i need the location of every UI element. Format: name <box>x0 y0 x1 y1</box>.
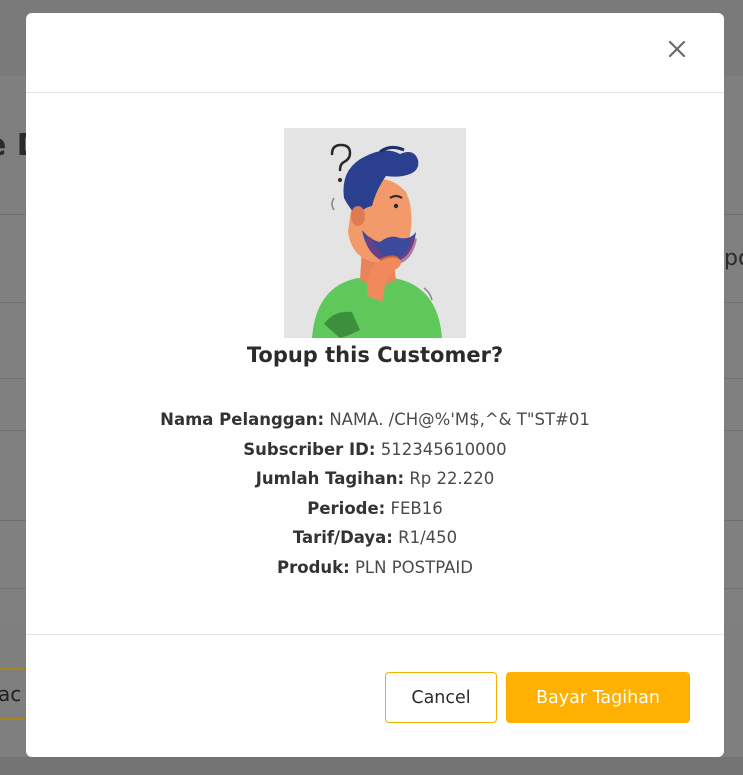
detail-label: Subscriber ID: <box>243 439 376 459</box>
detail-value: R1/450 <box>398 528 458 547</box>
detail-row-nama-pelanggan: Nama Pelanggan: NAMA. /CH@%'M$,^& T"ST#0… <box>26 405 724 435</box>
customer-details: Nama Pelanggan: NAMA. /CH@%'M$,^& T"ST#0… <box>26 405 724 582</box>
background-column-text: po <box>724 246 743 271</box>
modal-body: Topup this Customer? Nama Pelanggan: NAM… <box>26 93 724 634</box>
detail-value: PLN POSTPAID <box>354 557 473 577</box>
detail-value: NAMA. /CH@%'M$,^& T"ST#01 <box>329 410 590 429</box>
detail-value: Rp 22.220 <box>409 469 495 488</box>
detail-row-periode: Periode: FEB16 <box>26 494 724 524</box>
modal-title: Topup this Customer? <box>246 343 504 367</box>
detail-value: FEB16 <box>390 498 443 518</box>
background-bottom-bar <box>0 757 743 775</box>
pay-bill-button[interactable]: Bayar Tagihan <box>506 672 690 723</box>
detail-row-jumlah-tagihan: Jumlah Tagihan: Rp 22.220 <box>26 464 724 494</box>
detail-row-produk: Produk: PLN POSTPAID <box>26 553 724 583</box>
detail-row-tarif-daya: Tarif/Daya: R1/450 <box>26 523 724 553</box>
cancel-button[interactable]: Cancel <box>385 672 497 723</box>
modal-footer: Cancel Bayar Tagihan <box>26 634 724 757</box>
detail-label: Periode: <box>307 498 386 518</box>
modal-header <box>26 13 724 93</box>
detail-value: 512345610000 <box>380 439 507 459</box>
detail-row-subscriber-id: Subscriber ID: 512345610000 <box>26 435 724 465</box>
thinking-man-illustration <box>284 128 466 338</box>
close-button[interactable] <box>663 35 691 63</box>
detail-label: Produk: <box>277 557 350 577</box>
detail-label: Nama Pelanggan: <box>160 410 325 429</box>
close-icon <box>668 40 686 58</box>
detail-label: Jumlah Tagihan: <box>255 469 405 488</box>
confirm-topup-modal: Topup this Customer? Nama Pelanggan: NAM… <box>26 13 724 757</box>
detail-label: Tarif/Daya: <box>292 528 393 547</box>
